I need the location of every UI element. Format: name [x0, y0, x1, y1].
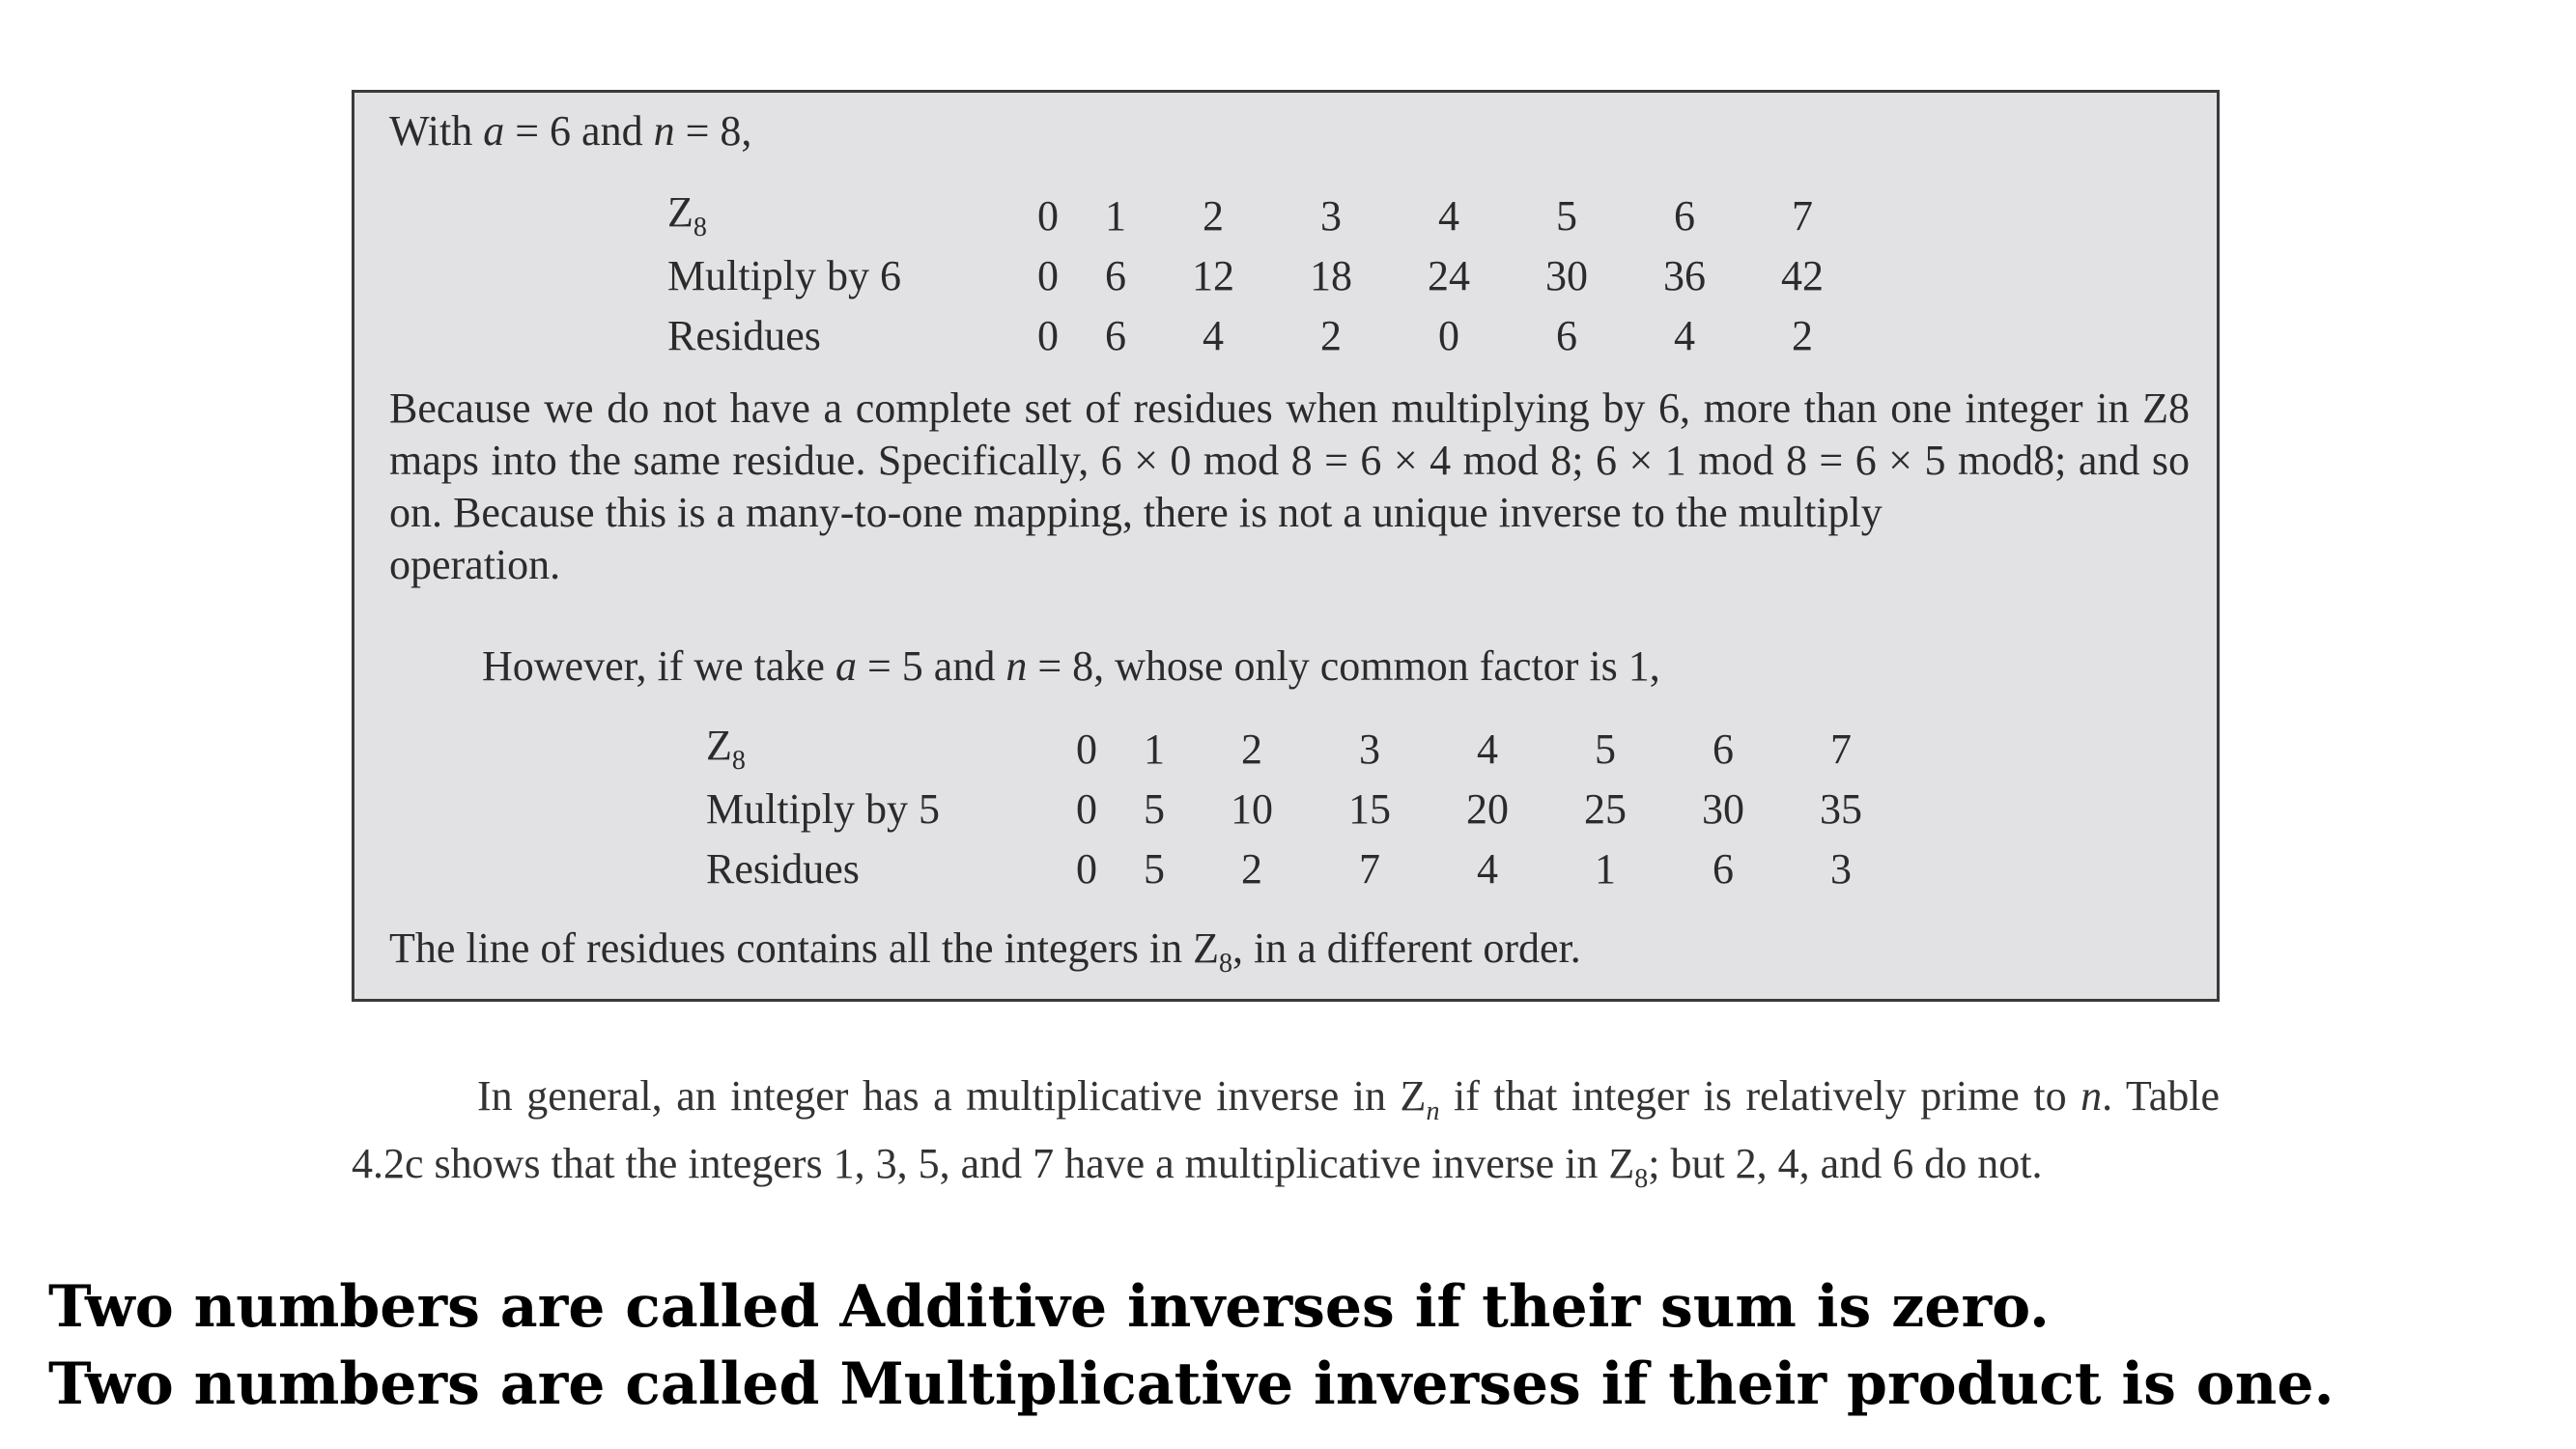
intro-text: With: [389, 107, 484, 155]
table-cell: 2: [1203, 191, 1224, 240]
variable-a: a: [835, 642, 857, 690]
table-cell: 1: [1105, 191, 1126, 240]
table-cell: 0: [1037, 191, 1059, 240]
closing-subscript: 8: [1218, 948, 1232, 979]
table-cell: 20: [1466, 784, 1509, 833]
general-subscript: n: [1426, 1095, 1440, 1126]
explanation-text: Because we do not have a complete set of…: [389, 384, 2190, 536]
table-cell: 5: [1144, 784, 1165, 833]
table-cell: 0: [1037, 251, 1059, 299]
explanation-paragraph: Because we do not have a complete set of…: [389, 383, 2190, 591]
table-cell: 36: [1663, 251, 1706, 299]
table-cell: 5: [1144, 844, 1165, 893]
row-label-text: Residues: [706, 844, 860, 893]
table-cell: 0: [1037, 311, 1059, 359]
row-label: Residues: [667, 305, 1019, 365]
explanation-text-last: operation.: [389, 541, 561, 588]
table-cell: 42: [1781, 251, 1824, 299]
closing-text: The line of residues contains all the in…: [389, 924, 1219, 972]
table-cell: 2: [1241, 724, 1262, 773]
multiplicative-inverse-definition: Two numbers are called Multiplicative in…: [48, 1350, 2335, 1418]
table-cell: 5: [1595, 724, 1616, 773]
table-cell: 5: [1556, 191, 1577, 240]
table-cell: 18: [1310, 251, 1352, 299]
intro-text: = 8,: [674, 107, 752, 155]
additive-inverse-definition: Two numbers are called Additive inverses…: [48, 1273, 2050, 1341]
table-row: Residues 0 5 2 7 4 1 6 3: [706, 838, 1900, 898]
multiply-by-5-table: Z8 0 1 2 3 4 5 6 7 Multiply by 5 0 5 10 15 20 25 30 35 Res…: [706, 719, 1900, 898]
table-cell: 2: [1320, 311, 1342, 359]
table-cell: 6: [1556, 311, 1577, 359]
row-label-text: Z: [706, 722, 732, 770]
table-cell: 30: [1702, 784, 1744, 833]
table-cell: 25: [1584, 784, 1627, 833]
table-cell: 6: [1674, 191, 1695, 240]
row-label: Multiply by 6: [667, 245, 1019, 305]
table-cell: 4: [1203, 311, 1224, 359]
table-cell: 6: [1105, 311, 1126, 359]
however-line: However, if we take a = 5 and n = 8, who…: [482, 641, 1660, 691]
table-cell: 0: [1438, 311, 1459, 359]
row-label-subscript: 8: [693, 212, 707, 242]
row-label-subscript: 8: [731, 745, 746, 776]
row-label-text: Residues: [667, 311, 821, 359]
table-cell: 2: [1792, 311, 1813, 359]
table-cell: 6: [1713, 844, 1734, 893]
table-row: Multiply by 6 0 6 12 18 24 30 36 42: [667, 245, 1861, 305]
row-label-text: Multiply by 6: [667, 251, 902, 299]
row-label: Residues: [706, 838, 1058, 898]
table-cell: 15: [1348, 784, 1391, 833]
table-cell: 2: [1241, 844, 1262, 893]
closing-line: The line of residues contains all the in…: [389, 923, 1581, 980]
table-cell: 35: [1820, 784, 1862, 833]
table-cell: 6: [1105, 251, 1126, 299]
variable-n: n: [2081, 1072, 2103, 1120]
table-row: Multiply by 5 0 5 10 15 20 25 30 35: [706, 779, 1900, 838]
table-cell: 3: [1320, 191, 1342, 240]
table-cell: 12: [1192, 251, 1234, 299]
however-text: However, if we take: [482, 642, 835, 690]
table-row: Z8 0 1 2 3 4 5 6 7: [667, 185, 1861, 245]
table-cell: 4: [1477, 724, 1498, 773]
closing-text: , in a different order.: [1231, 924, 1581, 972]
however-text: = 5 and: [856, 642, 1006, 690]
general-text: ; but 2, 4, and 6 do not.: [1648, 1139, 2043, 1187]
variable-n: n: [1005, 642, 1028, 690]
general-paragraph: In general, an integer has a multiplicat…: [352, 1070, 2220, 1206]
row-label: Z8: [706, 719, 1058, 779]
table-row: Z8 0 1 2 3 4 5 6 7: [706, 719, 1900, 779]
table-cell: 0: [1076, 784, 1097, 833]
table-cell: 7: [1792, 191, 1813, 240]
table-cell: 6: [1713, 724, 1734, 773]
general-text: In general, an integer has a multiplicat…: [477, 1072, 1427, 1120]
table-cell: 3: [1830, 844, 1852, 893]
multiply-by-6-table: Z8 0 1 2 3 4 5 6 7 Multiply by 6 0 6 12 18 24 30 36 42 Res…: [667, 185, 1861, 365]
table-cell: 24: [1428, 251, 1470, 299]
table-cell: 4: [1438, 191, 1459, 240]
row-label: Multiply by 5: [706, 779, 1058, 838]
example-intro: With a = 6 and n = 8,: [389, 106, 751, 156]
table-cell: 4: [1477, 844, 1498, 893]
table-cell: 7: [1359, 844, 1380, 893]
table-cell: 0: [1076, 844, 1097, 893]
variable-a: a: [483, 107, 505, 155]
table-cell: 0: [1076, 724, 1097, 773]
variable-n: n: [653, 107, 675, 155]
row-label-text: Z: [667, 188, 694, 237]
table-cell: 3: [1359, 724, 1380, 773]
table-cell: 1: [1595, 844, 1616, 893]
table-cell: 7: [1830, 724, 1852, 773]
example-box: With a = 6 and n = 8, Z8 0 1 2 3 4 5 6 7 Multiply…: [352, 90, 2220, 1002]
however-text: = 8, whose only common factor is 1,: [1027, 642, 1660, 690]
row-label-text: Multiply by 5: [706, 784, 941, 833]
general-subscript: 8: [1634, 1163, 1649, 1194]
table-row: Residues 0 6 4 2 0 6 4 2: [667, 305, 1861, 365]
table-cell: 10: [1231, 784, 1273, 833]
table-cell: 30: [1545, 251, 1588, 299]
general-text: if that integer is relatively prime to: [1439, 1072, 2081, 1120]
table-cell: 4: [1674, 311, 1695, 359]
row-label: Z8: [667, 185, 1019, 245]
intro-text: = 6 and: [504, 107, 654, 155]
table-cell: 1: [1144, 724, 1165, 773]
